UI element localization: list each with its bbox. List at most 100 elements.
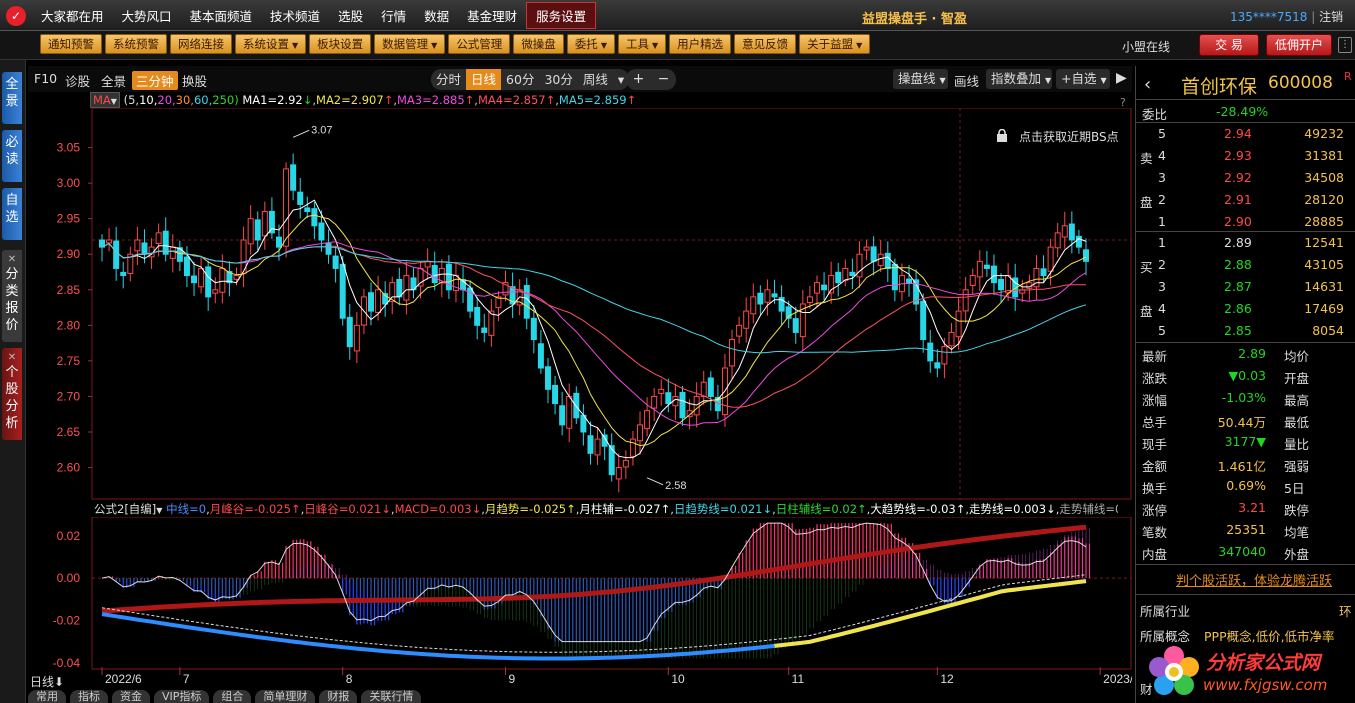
- logout-link[interactable]: 注销: [1319, 10, 1343, 24]
- menu-item[interactable]: 大家都在用: [32, 3, 113, 28]
- collapse-panel-icon[interactable]: ▶: [1116, 70, 1127, 86]
- index-overlay-dropdown[interactable]: 指数叠加 ▼: [986, 69, 1052, 89]
- bottom-tab[interactable]: VIP指标: [154, 690, 210, 703]
- toolbar-button[interactable]: 公式管理: [448, 34, 511, 54]
- indicator-chart[interactable]: 0.020.00-0.02-0.042022/67891011122023/12: [28, 517, 1132, 687]
- toolbar-button[interactable]: 网络连接: [170, 34, 232, 54]
- indicator-value: 月柱辅=-0.027↑: [579, 502, 671, 516]
- ma-value: MA3=2.885: [396, 93, 465, 107]
- panorama-button[interactable]: 全景: [101, 71, 126, 90]
- zoom-in-button[interactable]: +: [633, 69, 645, 90]
- candle-body: [141, 242, 148, 255]
- expand-icon[interactable]: ⋮: [1338, 37, 1352, 53]
- industry-value[interactable]: 环: [1339, 601, 1352, 620]
- f10-button[interactable]: F10: [34, 71, 57, 86]
- stat-row: 换手 0.69% 5日: [1136, 475, 1355, 497]
- toolbar-button-label: 公式管理: [456, 37, 503, 51]
- toolbar-button[interactable]: 工具 ▼: [617, 34, 667, 54]
- period-tab[interactable]: 60分: [501, 69, 539, 90]
- bottom-tab[interactable]: 财报: [319, 690, 358, 703]
- toolbar-button[interactable]: 系统设置 ▼: [235, 34, 307, 54]
- sidebar-tab-must-read[interactable]: 必读: [2, 130, 22, 182]
- add-watchlist-dropdown[interactable]: +自选 ▼: [1056, 69, 1110, 89]
- bottom-tab[interactable]: 组合: [213, 690, 252, 703]
- bottom-tab[interactable]: 常用: [28, 690, 66, 703]
- menu-item[interactable]: 选股: [329, 3, 372, 28]
- toolbar: 通知预警 系统预警 网络连接 系统设置 ▼ 板块设置 数据管理 ▼ 公式管理 微操盘 委托 ▼ 工具 ▼ 用…: [0, 31, 1355, 60]
- sidebar-tab-stock-analysis[interactable]: ✕ 个股分析: [2, 348, 22, 440]
- back-icon[interactable]: ‹: [1144, 74, 1151, 95]
- candle-body: [1075, 235, 1082, 248]
- candle-body: [948, 331, 955, 347]
- menu-item[interactable]: 基金理财: [458, 3, 526, 28]
- weibi-row: 委比 -28.49%: [1136, 101, 1355, 123]
- stat-label: 笔数: [1142, 525, 1168, 540]
- period-bottom-selector[interactable]: 日线⬇: [30, 673, 64, 690]
- menu-item[interactable]: 大势风口: [113, 3, 181, 28]
- bottom-tab[interactable]: 资金: [112, 690, 150, 703]
- bottom-tab[interactable]: 简单理财: [255, 690, 316, 703]
- account-number[interactable]: 135****7518: [1230, 10, 1307, 24]
- toolbar-button[interactable]: 微操盘: [513, 34, 564, 54]
- indicator-title[interactable]: 公式2[自编]: [94, 502, 156, 516]
- toolbar-button[interactable]: 意见反馈: [734, 34, 797, 54]
- stat-label: 总手: [1142, 415, 1168, 430]
- dropdown-label: +自选: [1061, 71, 1097, 86]
- toolbar-button[interactable]: 用户精选: [669, 34, 732, 54]
- menu-item[interactable]: 基本面频道: [181, 3, 262, 28]
- ma-selector[interactable]: MA▼: [90, 92, 120, 108]
- trade-line-dropdown[interactable]: 操盘线 ▼: [893, 69, 948, 89]
- bottom-tab[interactable]: 指标: [70, 690, 108, 703]
- sidebar-tab-category-quotes[interactable]: ✕ 分类报价: [2, 250, 22, 342]
- bs-points-hint[interactable]: 点击获取近期BS点: [1019, 128, 1119, 145]
- candlestick-chart[interactable]: 2.60 2.65 2.70 2.75 2.80 2.85 2.90 2.95 3.00 3.05…: [28, 108, 1132, 500]
- stat-label: 换手: [1142, 481, 1168, 496]
- trade-button[interactable]: 交 易: [1199, 34, 1259, 56]
- bottom-tab[interactable]: 关联行情: [361, 690, 422, 703]
- indicator-y-tick-label: 0.00: [57, 571, 81, 585]
- close-icon[interactable]: ✕: [2, 352, 22, 364]
- toolbar-button[interactable]: 数据管理 ▼: [374, 34, 446, 54]
- period-tab[interactable]: 分时: [431, 69, 466, 90]
- stat-value: 2.89: [1238, 346, 1266, 361]
- three-minute-button[interactable]: 三分钟: [132, 71, 178, 90]
- switch-stock-button[interactable]: 换股: [182, 71, 207, 90]
- period-tab[interactable]: 周线: [578, 69, 613, 90]
- stock-name: 首创环保: [1181, 76, 1258, 98]
- draw-line-button[interactable]: 画线: [954, 71, 979, 90]
- close-icon[interactable]: ✕: [2, 254, 22, 266]
- stat-label-right: 外盘: [1284, 547, 1310, 562]
- diagnose-button[interactable]: 诊股: [65, 71, 90, 90]
- sidebar-tab-label: 分类报价: [5, 267, 19, 333]
- sidebar-tab-overview[interactable]: 全景: [2, 72, 22, 124]
- toolbar-button[interactable]: 系统预警: [105, 34, 167, 54]
- open-account-button[interactable]: 低佣开户: [1266, 34, 1332, 56]
- candle-body: [1061, 225, 1068, 238]
- menu-item[interactable]: 行情: [372, 3, 415, 28]
- toolbar-button[interactable]: 板块设置: [309, 34, 372, 54]
- toolbar-button[interactable]: 关于益盟 ▼: [799, 34, 871, 54]
- ma-arrow: ↑: [626, 93, 637, 107]
- period-tab[interactable]: 30分: [539, 69, 577, 90]
- candle-body: [821, 284, 828, 291]
- account-info[interactable]: 135****7518 | 注销: [1230, 8, 1343, 25]
- stat-row: 最新 2.89 均价: [1136, 343, 1355, 365]
- period-tab[interactable]: 日线: [466, 69, 502, 90]
- ma-value: MA5=2.859: [558, 93, 627, 107]
- toolbar-button[interactable]: 通知预警: [40, 34, 102, 54]
- menu-item[interactable]: 技术频道: [261, 3, 329, 28]
- zoom-out-button[interactable]: −: [658, 69, 670, 90]
- candle-body: [403, 275, 410, 301]
- order-row: 5 2.94 49232: [1136, 123, 1355, 145]
- sidebar-tab-watchlist[interactable]: 自选: [2, 188, 22, 240]
- toolbar-button[interactable]: 委托 ▼: [566, 34, 615, 54]
- menu-item[interactable]: 服务设置: [526, 2, 597, 29]
- online-service[interactable]: 小盟在线: [1122, 38, 1170, 55]
- chevron-down-icon[interactable]: ▼: [156, 506, 162, 515]
- candle-body: [1040, 268, 1047, 277]
- candle-body: [764, 289, 771, 303]
- promo-link[interactable]: 判个股活跃，体验龙腾活跃: [1176, 570, 1332, 589]
- menu-item[interactable]: 数据: [415, 3, 458, 28]
- industry-label: 所属行业: [1140, 604, 1191, 619]
- indicator-value: 大趋势线=-0.03↑: [870, 502, 966, 516]
